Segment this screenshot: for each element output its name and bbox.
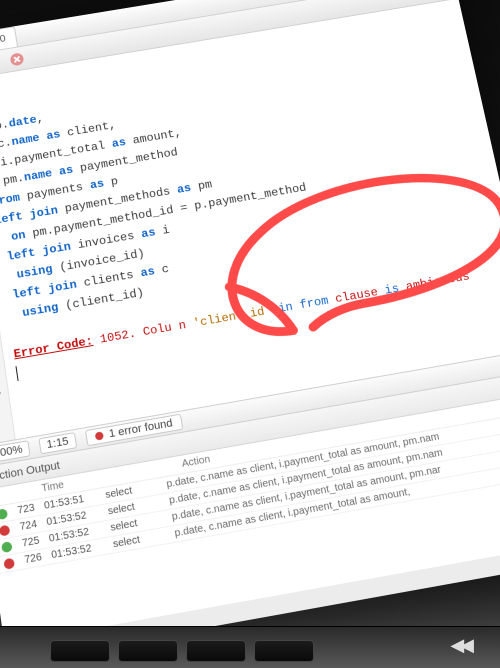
check-icon[interactable] [0, 54, 2, 73]
error-prefix: Error Code: [13, 334, 94, 361]
status-error-icon [3, 557, 15, 569]
chevron-left-icon: ◀◀ [450, 635, 470, 656]
text-cursor [16, 366, 19, 381]
status-error-icon [0, 524, 10, 536]
laptop-frame: SQL File 0 1121314151617 ect p.date, c.n… [0, 0, 500, 668]
status-ok-icon [0, 508, 8, 520]
stop-icon[interactable] [7, 50, 27, 69]
red-circle-annotation [107, 119, 463, 352]
app-window: SQL File 0 1121314151617 ect p.date, c.n… [0, 0, 500, 663]
status-ok-icon [1, 541, 13, 553]
keyboard-edge: ◀◀ [0, 626, 500, 668]
cursor-position[interactable]: 1:15 [39, 432, 77, 454]
